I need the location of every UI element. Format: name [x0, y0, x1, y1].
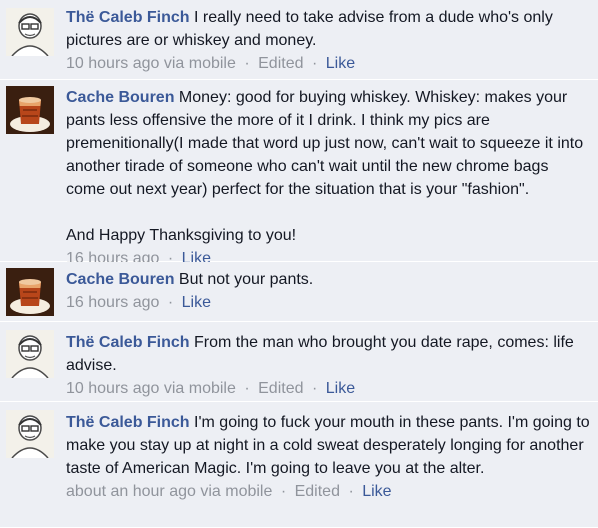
like-button[interactable]: Like [362, 483, 391, 500]
sketch-portrait-icon [6, 330, 54, 378]
comment-meta: 10 hours ago via mobile · Edited · Like [66, 52, 590, 75]
comment-author[interactable]: Thë Caleb Finch [66, 334, 190, 351]
comment-author[interactable]: Thë Caleb Finch [66, 9, 190, 26]
avatar[interactable] [6, 410, 54, 458]
edited-link[interactable]: Edited [258, 380, 303, 397]
edited-link[interactable]: Edited [295, 483, 340, 500]
whiskey-glass-icon [6, 86, 54, 134]
sketch-portrait-icon [6, 8, 54, 56]
comment-text: But not your pants. [178, 271, 314, 288]
avatar[interactable] [6, 268, 54, 316]
comment-meta: 10 hours ago via mobile · Edited · Like [66, 377, 590, 400]
comment-text: Money: good for buying whiskey. Whiskey:… [66, 89, 584, 244]
edited-link[interactable]: Edited [258, 55, 303, 72]
separator: · [244, 380, 250, 397]
separator: · [167, 294, 174, 311]
separator: · [244, 55, 250, 72]
comment-item: Thë Caleb Finch I really need to take ad… [0, 0, 598, 80]
avatar[interactable] [6, 86, 54, 134]
comment-meta: about an hour ago via mobile · Edited · … [66, 480, 590, 503]
comment-item: Thë Caleb Finch From the man who brought… [0, 322, 598, 402]
comment-thread: Thë Caleb Finch I really need to take ad… [0, 0, 598, 528]
comment-meta: 16 hours ago · Like [66, 291, 590, 314]
comment-item: Cache Bouren But not your pants. 16 hour… [0, 262, 598, 322]
like-button[interactable]: Like [326, 380, 355, 397]
comment-timestamp[interactable]: 10 hours ago via mobile [66, 380, 236, 397]
separator: · [348, 483, 354, 500]
separator: · [280, 483, 287, 500]
avatar[interactable] [6, 8, 54, 56]
like-button[interactable]: Like [326, 55, 355, 72]
whiskey-glass-icon [6, 268, 54, 316]
separator: · [311, 380, 318, 397]
comment-timestamp[interactable]: 10 hours ago via mobile [66, 55, 236, 72]
like-button[interactable]: Like [182, 294, 211, 311]
comment-item: Cache Bouren Money: good for buying whis… [0, 80, 598, 267]
comment-timestamp[interactable]: about an hour ago via mobile [66, 483, 272, 500]
comment-author[interactable]: Cache Bouren [66, 271, 174, 288]
comment-item: Thë Caleb Finch I'm going to fuck your m… [0, 402, 598, 528]
comment-author[interactable]: Thë Caleb Finch [66, 414, 190, 431]
separator: · [311, 55, 318, 72]
comment-author[interactable]: Cache Bouren [66, 89, 174, 106]
avatar[interactable] [6, 330, 54, 378]
comment-timestamp[interactable]: 16 hours ago [66, 294, 159, 311]
sketch-portrait-icon [6, 410, 54, 458]
